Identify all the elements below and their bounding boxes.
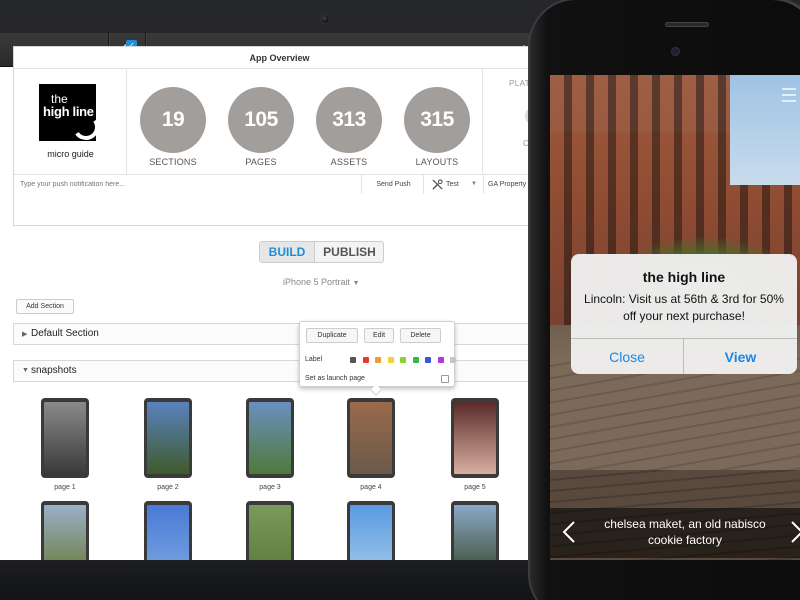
overview-title: App Overview: [14, 47, 545, 69]
set-launch-checkbox[interactable]: [441, 375, 449, 383]
send-push-button[interactable]: Send Push: [364, 175, 424, 194]
label-color-swatch[interactable]: [450, 357, 456, 363]
add-section-button[interactable]: Add Section: [16, 299, 74, 314]
label-color-swatch[interactable]: [350, 357, 356, 363]
laptop-camera: [320, 14, 330, 24]
page-thumbnail[interactable]: [451, 398, 499, 478]
page-label: page 1: [54, 484, 76, 491]
device-select-label: iPhone 5 Portrait: [283, 277, 351, 287]
page-preview-image: [44, 505, 86, 560]
mode-toggle: BUILD PUBLISH: [259, 241, 384, 263]
label-color-swatch[interactable]: [387, 357, 394, 363]
test-dropdown[interactable]: Test ▼: [426, 175, 484, 194]
test-label: Test: [446, 181, 459, 188]
chevron-down-icon: ▼: [352, 280, 360, 287]
device-select[interactable]: iPhone 5 Portrait ▼: [283, 277, 360, 287]
stat-label: ASSETS: [330, 157, 368, 167]
page-label: page 5: [464, 484, 486, 491]
phone-speaker: [665, 22, 709, 27]
platform-sub: C: [523, 139, 529, 148]
page-thumbnail[interactable]: [451, 501, 499, 560]
chevron-right-icon[interactable]: [790, 520, 800, 544]
stat-value: 105: [228, 87, 294, 153]
stat-value: 315: [404, 87, 470, 153]
alert-message: Lincoln: Visit us at 56th & 3rd for 50% …: [584, 292, 784, 323]
alert-title: the high line: [642, 269, 726, 285]
section-header[interactable]: ▶ Default Section: [13, 323, 545, 345]
page-label: page 2: [157, 484, 179, 491]
page-thumbnail[interactable]: [144, 398, 192, 478]
stat-value: 313: [316, 87, 382, 153]
stat-label: PAGES: [245, 157, 277, 167]
label-color-swatch[interactable]: [437, 357, 444, 363]
tab-build[interactable]: BUILD: [260, 242, 315, 262]
label-color-swatch[interactable]: [400, 357, 406, 363]
page-label: page 4: [360, 484, 382, 491]
page-options-popover: Duplicate Edit Delete Label Set as launc…: [299, 321, 456, 396]
stat-layouts: 315 LAYOUTS: [393, 69, 481, 174]
popover-arrow: [370, 384, 382, 396]
edit-button[interactable]: Edit: [364, 328, 394, 343]
phone-camera: [671, 47, 680, 56]
stat-label: LAYOUTS: [415, 157, 459, 167]
push-notification-row: Send Push Test ▼ GA Property: [14, 174, 545, 194]
chevron-left-icon[interactable]: [562, 520, 576, 544]
stat-pages: 105 PAGES: [217, 69, 305, 174]
section-name: snapshots: [31, 365, 77, 376]
set-launch-label: Set as launch page: [305, 375, 365, 382]
page-label: page 3: [259, 484, 281, 491]
page-preview-image: [147, 505, 189, 560]
page-thumbnail[interactable]: [347, 501, 395, 560]
push-alert-dialog: the high line Lincoln: Visit us at 56th …: [571, 254, 797, 374]
page-preview-image: [454, 402, 496, 474]
page-thumbnail[interactable]: [41, 398, 89, 478]
chevron-right-icon: ▶: [22, 331, 28, 338]
chevron-down-icon: ▼: [22, 367, 29, 374]
chevron-down-icon: ▼: [471, 181, 477, 187]
page-thumbnail[interactable]: [41, 501, 89, 560]
phone-menu-icon[interactable]: [782, 88, 796, 108]
push-notification-input[interactable]: [14, 175, 362, 194]
app-screen: app press ✓ M App Overview the high line: [0, 33, 545, 560]
delete-button[interactable]: Delete: [400, 328, 441, 343]
photo-caption-bar: chelsea maket, an old nabisco cookie fac…: [550, 508, 800, 558]
stat-label: SECTIONS: [149, 157, 197, 167]
tab-publish[interactable]: PUBLISH: [316, 242, 383, 262]
stat-value: 19: [140, 87, 206, 153]
tools-icon: [432, 179, 443, 190]
page-preview-image: [147, 402, 189, 474]
alert-view-button[interactable]: View: [684, 339, 797, 374]
app-name: micro guide: [47, 149, 94, 159]
label-color-swatch[interactable]: [375, 357, 381, 363]
label-color-swatch[interactable]: [362, 357, 369, 363]
page-thumbnail[interactable]: [144, 501, 192, 560]
page-thumbnail[interactable]: [246, 501, 294, 560]
label-caption: Label: [305, 356, 323, 363]
page-preview-image: [350, 402, 392, 474]
alert-buttons: Close View: [571, 338, 797, 374]
app-icon[interactable]: the high line: [39, 84, 102, 143]
section-header[interactable]: ▼ snapshots: [13, 360, 545, 382]
app-overview-panel: App Overview the high line micro guide 1…: [13, 46, 545, 226]
page-preview-image: [454, 505, 496, 560]
label-color-swatch[interactable]: [412, 357, 419, 363]
page-preview-image: [44, 402, 86, 474]
alert-close-button[interactable]: Close: [571, 339, 684, 374]
ga-property-field[interactable]: GA Property: [488, 175, 526, 194]
duplicate-button[interactable]: Duplicate: [306, 328, 358, 343]
page-preview-image: [350, 505, 392, 560]
page-thumbnail[interactable]: [347, 398, 395, 478]
label-color-swatch[interactable]: [425, 357, 431, 363]
page-preview-image: [249, 505, 291, 560]
photo-caption: chelsea maket, an old nabisco cookie fac…: [604, 517, 766, 547]
page-preview-image: [249, 402, 291, 474]
platform-label: PLAT: [509, 79, 531, 88]
section-name: Default Section: [31, 328, 99, 339]
stat-assets: 313 ASSETS: [305, 69, 393, 174]
app-logo-cell: the high line micro guide: [14, 69, 127, 174]
stat-sections: 19 SECTIONS: [129, 69, 217, 174]
page-thumbnail[interactable]: [246, 398, 294, 478]
